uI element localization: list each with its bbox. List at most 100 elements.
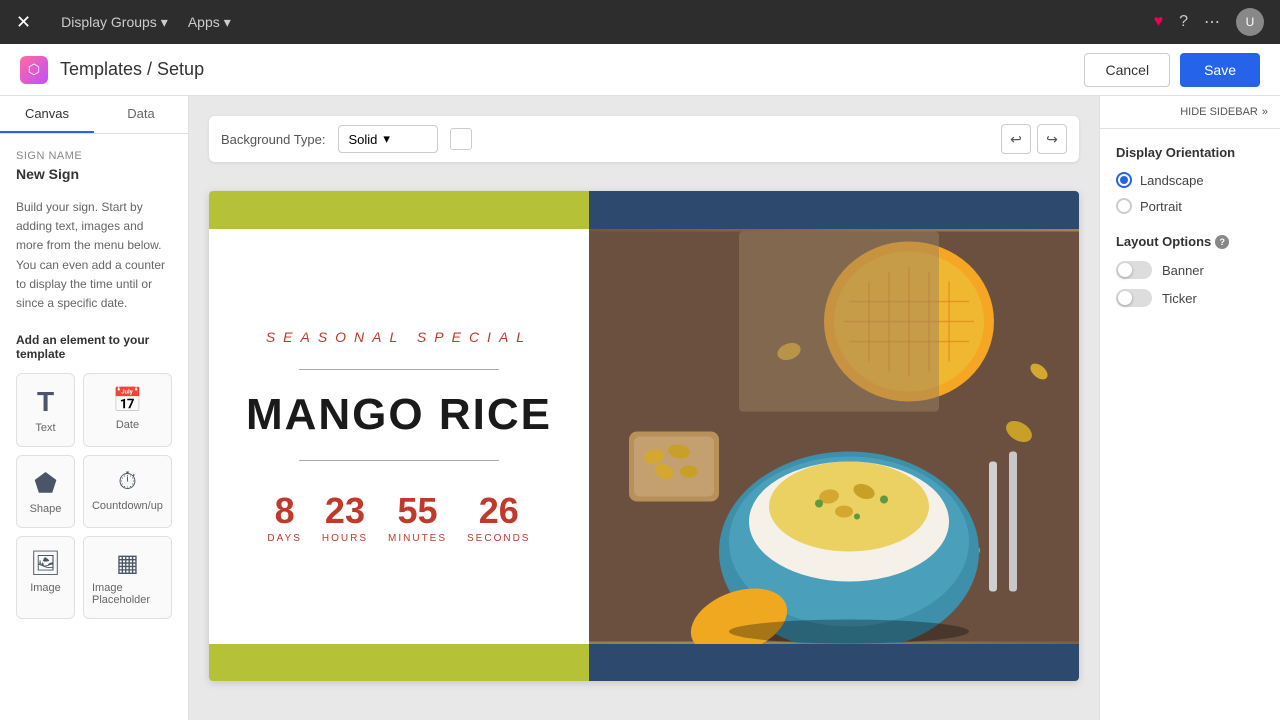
canvas-toolbar-right: ↩ ↪	[1001, 124, 1067, 154]
countdown-label: Countdown/up	[92, 500, 163, 512]
sign-preview: SEASONAL SPECIAL MANGO RICE 8 DAYS 23 HO	[209, 172, 1079, 700]
countdown-row: 8 DAYS 23 HOURS 55 MINUTES	[267, 493, 530, 544]
image-placeholder-label: Image Placeholder	[92, 582, 163, 606]
hide-sidebar-label: HIDE SIDEBAR	[1180, 106, 1258, 118]
sidebar-canvas-content: Sign Name New Sign Build your sign. Star…	[0, 134, 188, 720]
sign-top-left-bar	[209, 191, 589, 229]
landscape-radio[interactable]	[1116, 172, 1132, 188]
page-title: Templates / Setup	[60, 59, 204, 80]
redo-button[interactable]: ↪	[1037, 124, 1067, 154]
right-sidebar-content: Display Orientation Landscape Portrait L…	[1100, 129, 1280, 333]
top-divider	[299, 369, 499, 370]
text-label: Text	[35, 422, 55, 434]
seconds-label: SECONDS	[467, 533, 530, 544]
topnav-right-actions: ♥ ? ⋯ U	[1154, 8, 1264, 36]
shape-label: Shape	[30, 503, 62, 515]
favorites-icon[interactable]: ♥	[1154, 13, 1164, 31]
landscape-option[interactable]: Landscape	[1116, 172, 1264, 188]
countdown-hours: 23 HOURS	[322, 493, 368, 544]
element-text[interactable]: T Text	[16, 373, 75, 447]
sidebar-tabs: Canvas Data	[0, 96, 188, 134]
cancel-button[interactable]: Cancel	[1084, 53, 1170, 87]
sidebar-chevrons: »	[1262, 106, 1268, 118]
date-icon: 📅	[113, 386, 143, 415]
days-number: 8	[275, 493, 295, 529]
ticker-toggle-row: Ticker	[1116, 289, 1264, 307]
orientation-title: Display Orientation	[1116, 145, 1264, 160]
portrait-option[interactable]: Portrait	[1116, 198, 1264, 214]
image-label: Image	[30, 582, 61, 594]
add-element-label: Add an element to your template	[16, 333, 172, 361]
undo-button[interactable]: ↩	[1001, 124, 1031, 154]
image-icon: 🖼	[30, 549, 60, 578]
display-groups-chevron: ▾	[161, 14, 168, 31]
countdown-days: 8 DAYS	[267, 493, 302, 544]
minutes-label: MINUTES	[388, 533, 447, 544]
food-photo	[589, 229, 1079, 644]
canvas-area: Background Type: Solid ▾ ↩ ↪	[189, 96, 1099, 720]
banner-toggle-row: Banner	[1116, 261, 1264, 279]
display-groups-menu[interactable]: Display Groups ▾	[61, 14, 168, 31]
ticker-toggle-label: Ticker	[1162, 291, 1197, 306]
app-logo[interactable]: ✕	[16, 12, 31, 33]
page-header: ⬡ Templates / Setup Cancel Save	[0, 44, 1280, 96]
element-shape[interactable]: ⬟ Shape	[16, 455, 75, 528]
element-image-placeholder[interactable]: ▦ Image Placeholder	[83, 536, 172, 619]
portrait-label: Portrait	[1140, 199, 1182, 214]
tab-data[interactable]: Data	[94, 96, 188, 133]
landscape-label: Landscape	[1140, 173, 1204, 188]
shape-icon: ⬟	[34, 468, 57, 499]
seasonal-special-text: SEASONAL SPECIAL	[266, 329, 532, 345]
bottom-divider	[299, 460, 499, 461]
bg-type-label: Background Type:	[221, 132, 326, 147]
apps-chevron: ▾	[224, 14, 231, 31]
hide-sidebar-button[interactable]: HIDE SIDEBAR »	[1180, 106, 1268, 118]
bg-type-select[interactable]: Solid ▾	[338, 125, 438, 153]
tab-canvas[interactable]: Canvas	[0, 96, 94, 133]
sign-bottom-bar	[209, 644, 1079, 682]
user-avatar[interactable]: U	[1236, 8, 1264, 36]
layout-section: Layout Options ? Banner Ticker	[1116, 234, 1264, 307]
left-sidebar: Canvas Data Sign Name New Sign Build you…	[0, 96, 189, 720]
sidebar-description: Build your sign. Start by adding text, i…	[16, 198, 172, 313]
minutes-number: 55	[397, 493, 437, 529]
countdown-minutes: 55 MINUTES	[388, 493, 447, 544]
canvas-toolbar: Background Type: Solid ▾ ↩ ↪	[209, 116, 1079, 162]
top-navigation: ✕ Display Groups ▾ Apps ▾ ♥ ? ⋯ U	[0, 0, 1280, 44]
sign-body: SEASONAL SPECIAL MANGO RICE 8 DAYS 23 HO	[209, 229, 1079, 644]
element-date[interactable]: 📅 Date	[83, 373, 172, 447]
header-actions: Cancel Save	[1084, 53, 1260, 87]
seconds-number: 26	[479, 493, 519, 529]
banner-toggle[interactable]	[1116, 261, 1152, 279]
grid-icon[interactable]: ⋯	[1204, 12, 1220, 32]
banner-toggle-label: Banner	[1162, 263, 1204, 278]
countdown-seconds: 26 SECONDS	[467, 493, 530, 544]
sign-card[interactable]: SEASONAL SPECIAL MANGO RICE 8 DAYS 23 HO	[209, 191, 1079, 681]
element-grid: T Text 📅 Date ⬟ Shape ⏱ Countdown/up 🖼	[16, 373, 172, 619]
save-button[interactable]: Save	[1180, 53, 1260, 87]
text-icon: T	[37, 386, 54, 418]
food-illustration	[589, 229, 1079, 644]
days-label: DAYS	[267, 533, 302, 544]
sign-name-label: Sign Name	[16, 150, 172, 162]
bg-type-chevron: ▾	[383, 131, 390, 147]
sign-text-panel: SEASONAL SPECIAL MANGO RICE 8 DAYS 23 HO	[209, 229, 589, 644]
portrait-radio[interactable]	[1116, 198, 1132, 214]
sign-top-right-bar	[589, 191, 1079, 229]
element-countdown[interactable]: ⏱ Countdown/up	[83, 455, 172, 528]
ticker-toggle[interactable]	[1116, 289, 1152, 307]
right-sidebar: HIDE SIDEBAR » Display Orientation Lands…	[1099, 96, 1280, 720]
bg-type-value: Solid	[349, 132, 378, 147]
apps-menu[interactable]: Apps ▾	[188, 14, 231, 31]
apps-label: Apps	[188, 14, 220, 30]
element-image[interactable]: 🖼 Image	[16, 536, 75, 619]
hours-number: 23	[325, 493, 365, 529]
template-icon: ⬡	[20, 56, 48, 84]
main-layout: Canvas Data Sign Name New Sign Build you…	[0, 96, 1280, 720]
layout-help-icon[interactable]: ?	[1215, 235, 1229, 249]
bg-color-swatch[interactable]	[450, 128, 472, 150]
sign-top-bar	[209, 191, 1079, 229]
help-icon[interactable]: ?	[1179, 13, 1188, 31]
sign-name-value: New Sign	[16, 166, 172, 182]
sign-bottom-right-bar	[589, 644, 1079, 682]
